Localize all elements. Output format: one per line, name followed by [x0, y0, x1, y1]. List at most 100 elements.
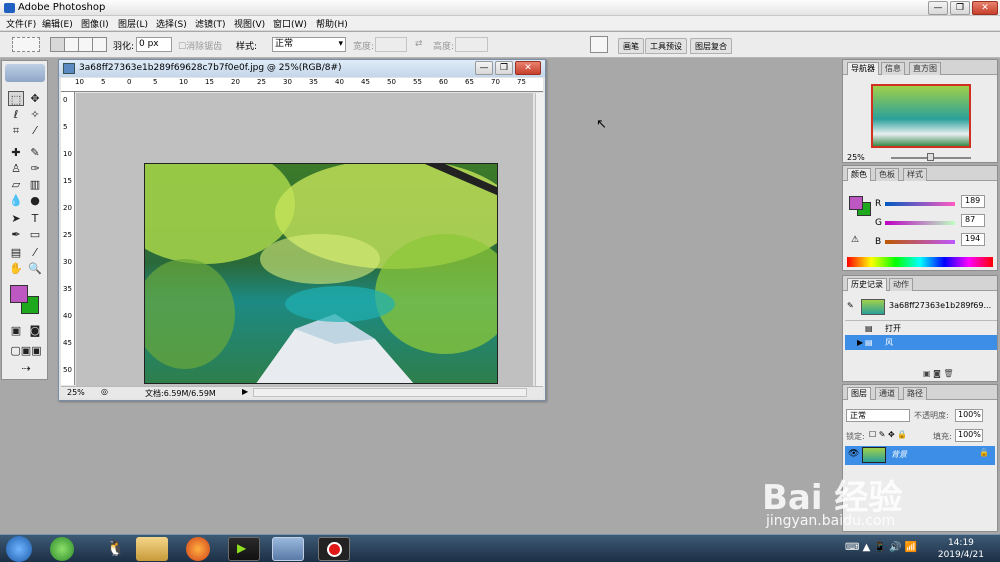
pen-tool-icon[interactable]: ✒: [8, 227, 24, 242]
app-360-icon[interactable]: [50, 537, 74, 561]
menu-window[interactable]: 窗口(W): [273, 17, 307, 30]
blur-tool-icon[interactable]: 💧: [8, 193, 24, 208]
tab-actions[interactable]: 动作: [889, 278, 913, 291]
color-ramp[interactable]: [847, 257, 993, 267]
menu-select[interactable]: 选择(S): [156, 17, 187, 30]
tab-swatches[interactable]: 色板: [875, 168, 899, 181]
tab-navigator[interactable]: 导航器: [847, 62, 879, 75]
opacity-input[interactable]: 100%: [955, 409, 983, 422]
clone-stamp-icon[interactable]: ♙: [8, 161, 24, 176]
type-tool-icon[interactable]: T: [27, 211, 43, 226]
image-canvas[interactable]: [144, 163, 498, 384]
fill-input[interactable]: 100%: [955, 429, 983, 442]
vertical-ruler[interactable]: 0 5 10 15 20 25 30 35 40 45 50: [61, 92, 75, 385]
tab-history[interactable]: 历史记录: [847, 278, 887, 291]
screen-mode-icons[interactable]: ▢▣▣: [6, 343, 46, 358]
healing-brush-icon[interactable]: ✚: [8, 145, 24, 160]
slice-tool-icon[interactable]: ⁄: [27, 123, 43, 138]
quickmask-mode-icon[interactable]: ◙: [27, 323, 43, 338]
path-select-icon[interactable]: ➤: [8, 211, 24, 226]
tab-color[interactable]: 颜色: [847, 168, 871, 181]
history-item-wind[interactable]: ▶ ▤ 风: [845, 335, 997, 350]
menu-view[interactable]: 视图(V): [234, 17, 265, 30]
photoshop-taskbar-icon[interactable]: [272, 537, 304, 561]
close-button[interactable]: ✕: [972, 1, 998, 15]
restore-button[interactable]: ❐: [950, 1, 970, 15]
horizontal-scrollbar[interactable]: [253, 388, 527, 397]
qq-icon[interactable]: 🐧: [98, 537, 130, 561]
well-brushes[interactable]: 画笔: [618, 38, 644, 54]
start-button[interactable]: [6, 536, 32, 562]
menu-edit[interactable]: 编辑(E): [42, 17, 73, 30]
feather-logo-icon[interactable]: [5, 64, 45, 82]
lasso-tool-icon[interactable]: ℓ: [8, 107, 24, 122]
magic-wand-icon[interactable]: ✧: [27, 107, 43, 122]
swap-icon[interactable]: ⇄: [415, 39, 423, 49]
gradient-tool-icon[interactable]: ▥: [27, 177, 43, 192]
r-value-input[interactable]: 189: [961, 195, 985, 208]
new-selection-icon[interactable]: [50, 37, 65, 52]
b-slider[interactable]: [885, 240, 955, 244]
notes-tool-icon[interactable]: ▤: [8, 245, 24, 260]
doc-info-icon[interactable]: ◎: [101, 387, 108, 396]
menu-layer[interactable]: 图层(L): [118, 17, 148, 30]
screen-recorder-icon[interactable]: [318, 537, 350, 561]
doc-minimize-button[interactable]: —: [475, 61, 493, 75]
color-panel-fg-swatch[interactable]: [849, 196, 863, 210]
zoom-level[interactable]: 25%: [67, 388, 85, 397]
standard-mode-icon[interactable]: ▣: [8, 323, 24, 338]
g-value-input[interactable]: 87: [961, 214, 985, 227]
height-input[interactable]: [455, 37, 488, 52]
gamut-warning-icon[interactable]: ⚠: [851, 235, 859, 245]
history-brush-icon[interactable]: ✑: [27, 161, 43, 176]
hand-tool-icon[interactable]: ✋: [8, 261, 24, 276]
well-tool-presets[interactable]: 工具预设: [645, 38, 687, 54]
canvas-area[interactable]: [76, 93, 533, 386]
subtract-selection-icon[interactable]: [78, 37, 93, 52]
navigator-thumbnail[interactable]: [871, 84, 971, 148]
add-selection-icon[interactable]: [64, 37, 79, 52]
history-item-open[interactable]: ▤ 打开: [845, 320, 997, 335]
zoom-slider-thumb[interactable]: [927, 153, 934, 161]
shape-tool-icon[interactable]: ▭: [27, 227, 43, 242]
history-snapshot[interactable]: ✎ 3a68ff27363e1b289f69...: [845, 298, 997, 316]
media-app-icon[interactable]: ▶: [228, 537, 260, 561]
file-browser-icon[interactable]: [590, 36, 608, 53]
navigator-zoom[interactable]: 25%: [847, 153, 865, 162]
tab-channels[interactable]: 通道: [875, 387, 899, 400]
well-layer-comps[interactable]: 图层复合: [690, 38, 732, 54]
antialias-checkbox[interactable]: ☐消除锯齿: [178, 39, 222, 52]
crop-tool-icon[interactable]: ⌗: [8, 123, 24, 138]
tab-info[interactable]: 信息: [881, 62, 905, 75]
b-value-input[interactable]: 194: [961, 233, 985, 246]
lock-icons[interactable]: ☐ ✎ ✥ 🔒: [869, 430, 907, 439]
status-menu-arrow-icon[interactable]: ▶: [242, 387, 248, 396]
eyedropper-icon[interactable]: ⁄: [27, 245, 43, 260]
doc-maximize-button[interactable]: ❐: [495, 61, 513, 75]
g-slider[interactable]: [885, 221, 955, 225]
foreground-color-swatch-front[interactable]: [10, 285, 28, 303]
snapshot-brush-icon[interactable]: ✎: [847, 298, 854, 313]
move-tool-icon[interactable]: ✥: [27, 91, 43, 106]
tab-paths[interactable]: 路径: [903, 387, 927, 400]
jump-to-imageready-icon[interactable]: ⇢: [6, 361, 46, 376]
minimize-button[interactable]: —: [928, 1, 948, 15]
r-slider[interactable]: [885, 202, 955, 206]
feather-input[interactable]: 0 px: [136, 37, 172, 52]
clock[interactable]: 14:19 2019/4/21: [938, 537, 984, 561]
brush-tool-icon[interactable]: ✎: [27, 145, 43, 160]
width-input[interactable]: [375, 37, 407, 52]
marquee-preset-picker[interactable]: [12, 37, 40, 52]
marquee-tool-icon[interactable]: ⬚: [8, 91, 24, 106]
firefox-icon[interactable]: [186, 537, 210, 561]
doc-close-button[interactable]: ✕: [515, 61, 541, 75]
intersect-selection-icon[interactable]: [92, 37, 107, 52]
dodge-tool-icon[interactable]: ●: [27, 193, 43, 208]
menu-image[interactable]: 图像(I): [81, 17, 109, 30]
tab-styles[interactable]: 样式: [903, 168, 927, 181]
horizontal-ruler[interactable]: 10 5 0 5 10 15 20 25 30 35 40 45 50 55 60 65 70 75: [61, 78, 543, 92]
menu-filter[interactable]: 滤镜(T): [195, 17, 226, 30]
vertical-scrollbar[interactable]: [535, 93, 544, 386]
history-footer-icons[interactable]: ▣ ◙ 🗑: [923, 369, 954, 378]
document-title-bar[interactable]: 3a68ff27363e1b289f69628c7b7f0e0f.jpg @ 2…: [59, 60, 545, 77]
